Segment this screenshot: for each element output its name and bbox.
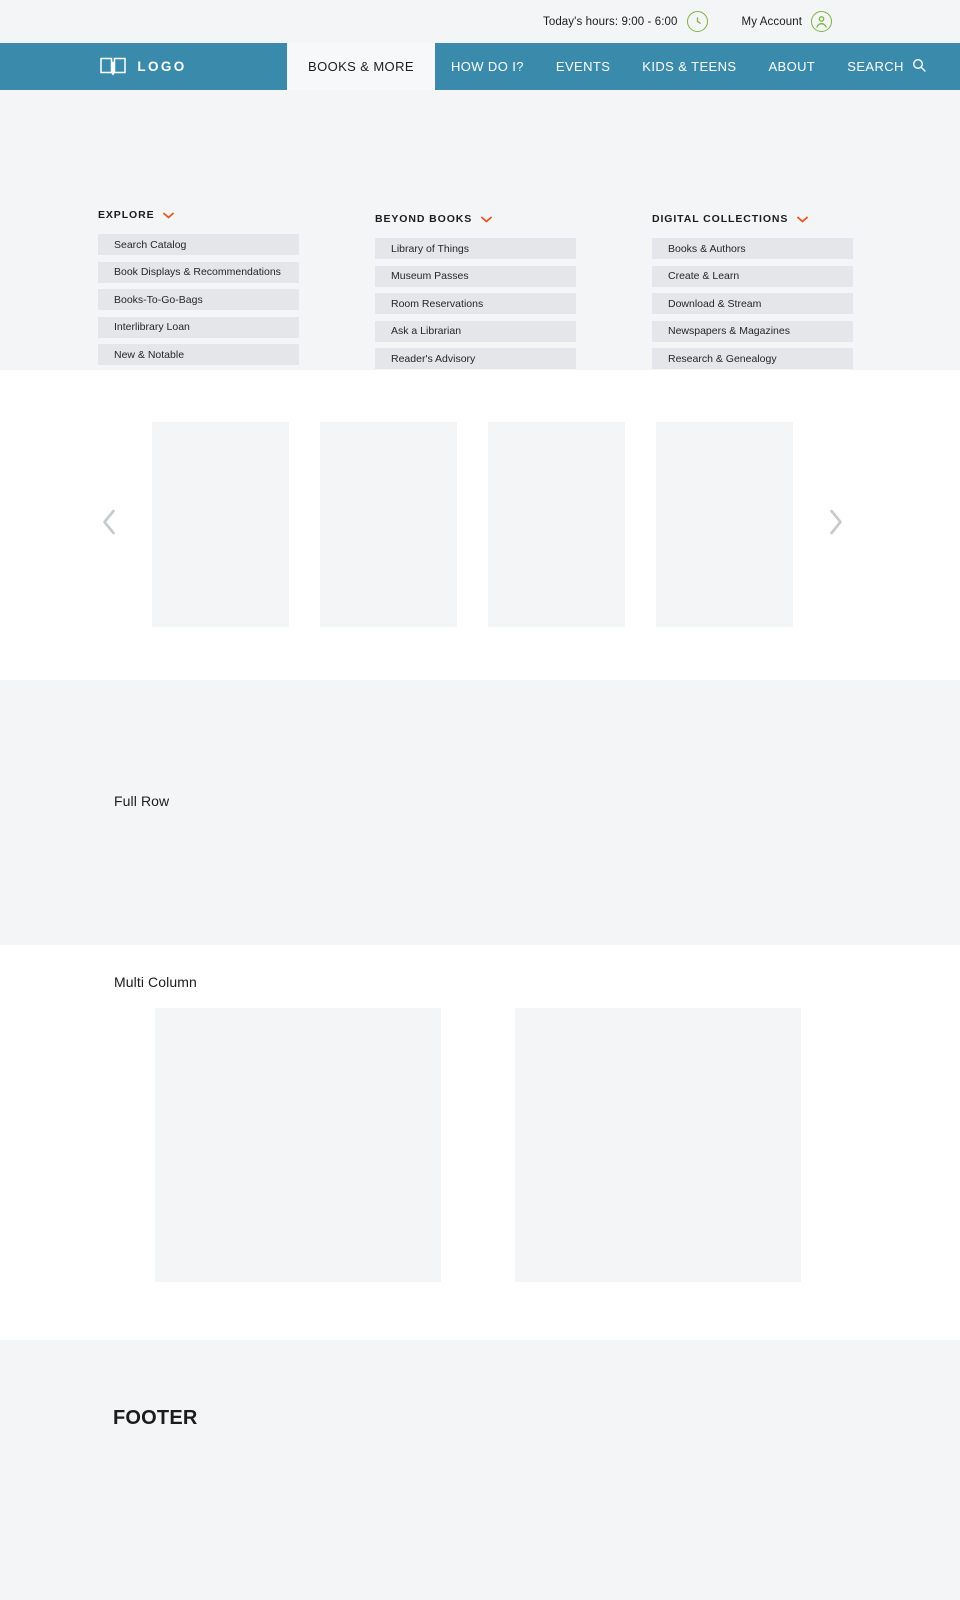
nav-item-label: ABOUT — [768, 59, 816, 74]
nav-item-kids-and-teens[interactable]: KIDS & TEENS — [626, 43, 752, 90]
mega-link[interactable]: Library of Things — [375, 238, 576, 259]
mega-column-heading[interactable]: DIGITAL COLLECTIONS — [652, 213, 853, 225]
mega-heading-label: EXPLORE — [98, 209, 155, 221]
nav-item-label: HOW DO I? — [450, 59, 524, 74]
nav-item-about[interactable]: ABOUT — [752, 43, 831, 90]
hours-group: Today's hours: 9:00 - 6:00 — [543, 11, 708, 32]
mega-link[interactable]: Search Catalog — [98, 234, 299, 255]
mega-heading-label: BEYOND BOOKS — [375, 213, 473, 225]
mega-column-heading[interactable]: BEYOND BOOKS — [375, 213, 576, 225]
mega-column-heading[interactable]: EXPLORE — [98, 209, 299, 221]
user-icon[interactable] — [811, 11, 832, 32]
mega-link[interactable]: Book Displays & Recommendations — [98, 261, 299, 283]
nav-item-label: EVENTS — [555, 59, 611, 74]
mega-link[interactable]: Room Reservations — [375, 293, 576, 314]
multi-column-box[interactable] — [515, 1008, 801, 1282]
main-navigation: LOGO BOOKS & MORE HOW DO I? EVENTS KIDS … — [0, 43, 960, 90]
chevron-right-icon — [827, 509, 844, 535]
nav-item-label: KIDS & TEENS — [642, 59, 737, 74]
nav-item-events[interactable]: EVENTS — [540, 43, 626, 90]
mega-link[interactable]: Research & Genealogy — [652, 348, 853, 369]
chevron-left-icon — [101, 509, 118, 535]
multi-column-section: Multi Column — [0, 945, 960, 1340]
footer-title: FOOTER — [113, 1407, 198, 1429]
carousel-next-button[interactable] — [823, 509, 847, 535]
carousel-card[interactable] — [320, 422, 457, 627]
carousel-prev-button[interactable] — [97, 509, 121, 535]
search-icon[interactable] — [912, 58, 926, 75]
mega-link[interactable]: Ask a Librarian — [375, 320, 576, 342]
chevron-down-icon[interactable] — [481, 216, 493, 223]
my-account-label: My Account — [741, 15, 802, 28]
nav-item-how-do-i[interactable]: HOW DO I? — [435, 43, 540, 90]
nav-items: BOOKS & MORE HOW DO I? EVENTS KIDS & TEE… — [287, 43, 960, 90]
open-book-icon — [100, 56, 127, 78]
nav-item-search[interactable]: SEARCH — [831, 43, 942, 90]
mega-link[interactable]: Books & Authors — [652, 238, 853, 259]
mega-link[interactable]: Museum Passes — [375, 265, 576, 287]
nav-item-label: BOOKS & MORE — [308, 59, 414, 74]
full-row-section: Full Row — [0, 680, 960, 945]
full-row-label: Full Row — [114, 793, 170, 809]
multi-column-box[interactable] — [155, 1008, 441, 1282]
clock-icon — [686, 11, 708, 32]
mega-link[interactable]: New & Notable — [98, 344, 299, 365]
nav-item-books-and-more[interactable]: BOOKS & MORE — [287, 43, 435, 90]
carousel-card[interactable] — [656, 422, 793, 627]
media-events-carousel-section: Media/Events Carousel — [0, 370, 960, 767]
mega-link[interactable]: Books-To-Go-Bags — [98, 289, 299, 310]
carousel-card[interactable] — [488, 422, 625, 627]
carousel-track — [152, 422, 793, 627]
mega-link[interactable]: Newspapers & Magazines — [652, 320, 853, 342]
logo[interactable]: LOGO — [0, 43, 287, 90]
utility-bar: Today's hours: 9:00 - 6:00 My Account — [0, 0, 960, 43]
logo-text: LOGO — [137, 59, 187, 74]
mega-link[interactable]: Interlibrary Loan — [98, 316, 299, 338]
mega-link[interactable]: Download & Stream — [652, 293, 853, 314]
multi-column-boxes — [155, 1008, 801, 1282]
mega-menu-panel: EXPLORE Search Catalog Book Displays & R… — [0, 90, 960, 424]
my-account-group[interactable]: My Account — [742, 11, 832, 32]
chevron-down-icon[interactable] — [797, 216, 809, 223]
footer: FOOTER — [0, 1340, 960, 1597]
carousel-card[interactable] — [152, 422, 289, 627]
multi-column-label: Multi Column — [114, 974, 197, 990]
hours-text: Today's hours: 9:00 - 6:00 — [542, 15, 678, 28]
nav-item-label: SEARCH — [847, 59, 904, 74]
mega-link[interactable]: Reader's Advisory — [375, 348, 576, 369]
mega-heading-label: DIGITAL COLLECTIONS — [652, 213, 789, 225]
chevron-down-icon[interactable] — [163, 212, 175, 219]
mega-link[interactable]: Create & Learn — [652, 265, 853, 287]
